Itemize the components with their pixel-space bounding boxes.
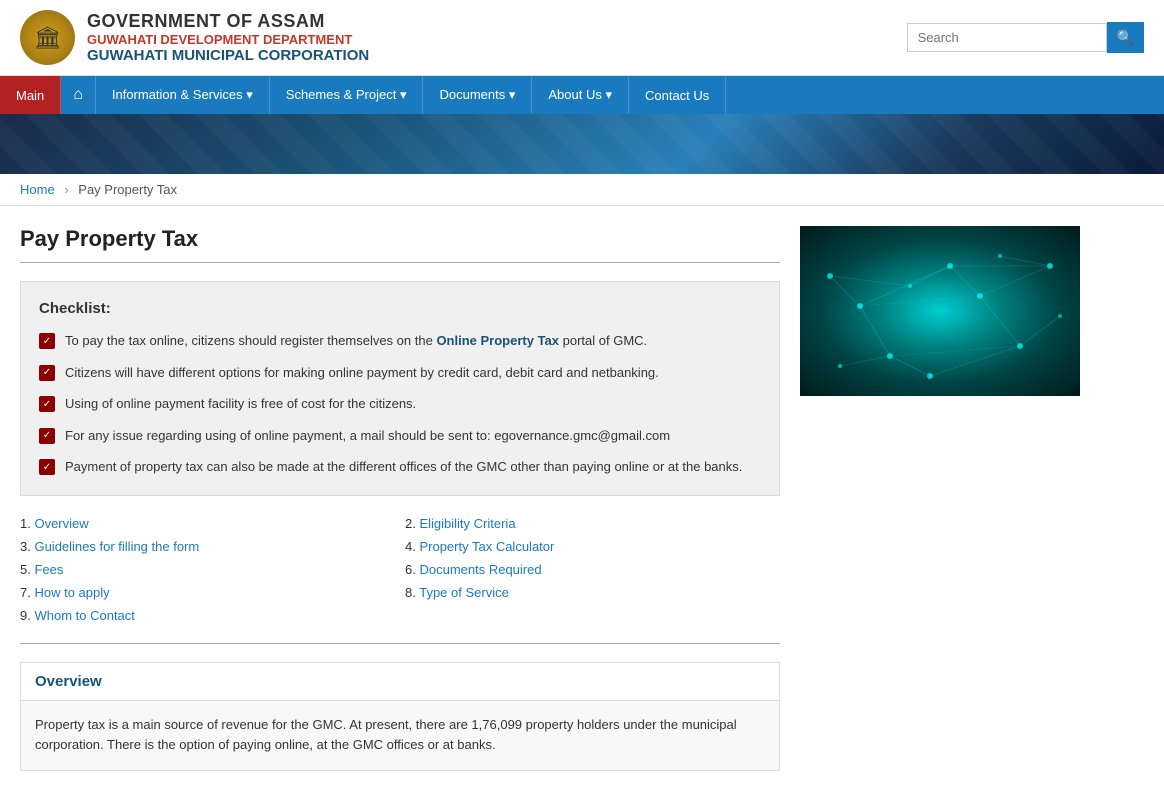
- link-item-overview: 1. Overview: [20, 516, 395, 531]
- emblem-icon: 🏛: [20, 10, 75, 65]
- link-fees[interactable]: Fees: [34, 562, 63, 577]
- content-left: Pay Property Tax Checklist: ✓ To pay the…: [20, 226, 780, 787]
- checkbox-icon-1: ✓: [39, 333, 55, 349]
- breadcrumb: Home › Pay Property Tax: [0, 174, 1164, 206]
- link-calculator[interactable]: Property Tax Calculator: [419, 539, 554, 554]
- header: 🏛 GOVERNMENT OF ASSAM GUWAHATI DEVELOPME…: [0, 0, 1164, 76]
- overview-header: Overview: [21, 663, 779, 701]
- nav-item-home[interactable]: ⌂: [61, 76, 96, 114]
- checklist-text-4: For any issue regarding using of online …: [65, 426, 670, 446]
- checklist-item-2: ✓ Citizens will have different options f…: [39, 363, 761, 383]
- network-graphic: [800, 226, 1080, 396]
- breadcrumb-home-link[interactable]: Home: [20, 182, 55, 197]
- checklist-text-2: Citizens will have different options for…: [65, 363, 659, 383]
- page-title: Pay Property Tax: [20, 226, 780, 252]
- nav-item-main[interactable]: Main: [0, 76, 61, 114]
- search-button[interactable]: 🔍: [1107, 22, 1144, 53]
- nav-item-info[interactable]: Information & Services ▾: [96, 76, 270, 114]
- nav-item-about[interactable]: About Us ▾: [532, 76, 629, 114]
- online-property-tax-link[interactable]: Online Property Tax: [436, 333, 559, 348]
- link-item-type-of-service: 8. Type of Service: [405, 585, 780, 600]
- links-grid: 1. Overview 2. Eligibility Criteria 3. G…: [20, 516, 780, 623]
- main-content: Pay Property Tax Checklist: ✓ To pay the…: [0, 206, 1100, 807]
- link-item-fees: 5. Fees: [20, 562, 395, 577]
- checklist-item-3: ✓ Using of online payment facility is fr…: [39, 394, 761, 414]
- title-divider: [20, 262, 780, 263]
- overview-body: Property tax is a main source of revenue…: [21, 701, 779, 771]
- search-container: 🔍: [907, 22, 1144, 53]
- links-divider: [20, 643, 780, 644]
- link-item-eligibility: 2. Eligibility Criteria: [405, 516, 780, 531]
- navbar: Main ⌂ Information & Services ▾ Schemes …: [0, 76, 1164, 114]
- link-eligibility[interactable]: Eligibility Criteria: [419, 516, 515, 531]
- breadcrumb-separator: ›: [64, 182, 68, 197]
- checklist-item-4: ✓ For any issue regarding using of onlin…: [39, 426, 761, 446]
- nav-item-contact[interactable]: Contact Us: [629, 76, 726, 114]
- checklist-text-3: Using of online payment facility is free…: [65, 394, 416, 414]
- checkbox-icon-5: ✓: [39, 459, 55, 475]
- checklist-text-1: To pay the tax online, citizens should r…: [65, 331, 647, 351]
- breadcrumb-current: Pay Property Tax: [78, 182, 177, 197]
- checklist-item-5: ✓ Payment of property tax can also be ma…: [39, 457, 761, 477]
- checklist-text-5: Payment of property tax can also be made…: [65, 457, 742, 477]
- link-item-guidelines: 3. Guidelines for filling the form: [20, 539, 395, 554]
- link-documents[interactable]: Documents Required: [419, 562, 541, 577]
- checkbox-icon-3: ✓: [39, 396, 55, 412]
- hero-image: [800, 226, 1080, 396]
- link-item-contact: 9. Whom to Contact: [20, 608, 395, 623]
- link-guidelines[interactable]: Guidelines for filling the form: [34, 539, 199, 554]
- header-branding: 🏛 GOVERNMENT OF ASSAM GUWAHATI DEVELOPME…: [20, 10, 369, 65]
- checklist-title: Checklist:: [39, 300, 761, 317]
- hero-banner: [0, 114, 1164, 174]
- link-type-of-service[interactable]: Type of Service: [419, 585, 509, 600]
- overview-section: Overview Property tax is a main source o…: [20, 662, 780, 772]
- link-whom-to-contact[interactable]: Whom to Contact: [34, 608, 134, 623]
- nav-item-documents[interactable]: Documents ▾: [423, 76, 532, 114]
- nav-item-schemes[interactable]: Schemes & Project ▾: [270, 76, 424, 114]
- link-item-how-to-apply: 7. How to apply: [20, 585, 395, 600]
- checkbox-icon-2: ✓: [39, 365, 55, 381]
- header-titles: GOVERNMENT OF ASSAM GUWAHATI DEVELOPMENT…: [87, 11, 369, 64]
- checkbox-icon-4: ✓: [39, 428, 55, 444]
- checklist-item-1: ✓ To pay the tax online, citizens should…: [39, 331, 761, 351]
- checklist-box: Checklist: ✓ To pay the tax online, citi…: [20, 281, 780, 496]
- corp-title: GUWAHATI MUNICIPAL CORPORATION: [87, 47, 369, 64]
- dept-title: GUWAHATI DEVELOPMENT DEPARTMENT: [87, 32, 369, 47]
- link-how-to-apply[interactable]: How to apply: [34, 585, 109, 600]
- link-item-documents: 6. Documents Required: [405, 562, 780, 577]
- content-right: [800, 226, 1080, 787]
- search-input[interactable]: [907, 23, 1107, 52]
- link-overview[interactable]: Overview: [34, 516, 88, 531]
- link-item-calculator: 4. Property Tax Calculator: [405, 539, 780, 554]
- gov-title: GOVERNMENT OF ASSAM: [87, 11, 369, 32]
